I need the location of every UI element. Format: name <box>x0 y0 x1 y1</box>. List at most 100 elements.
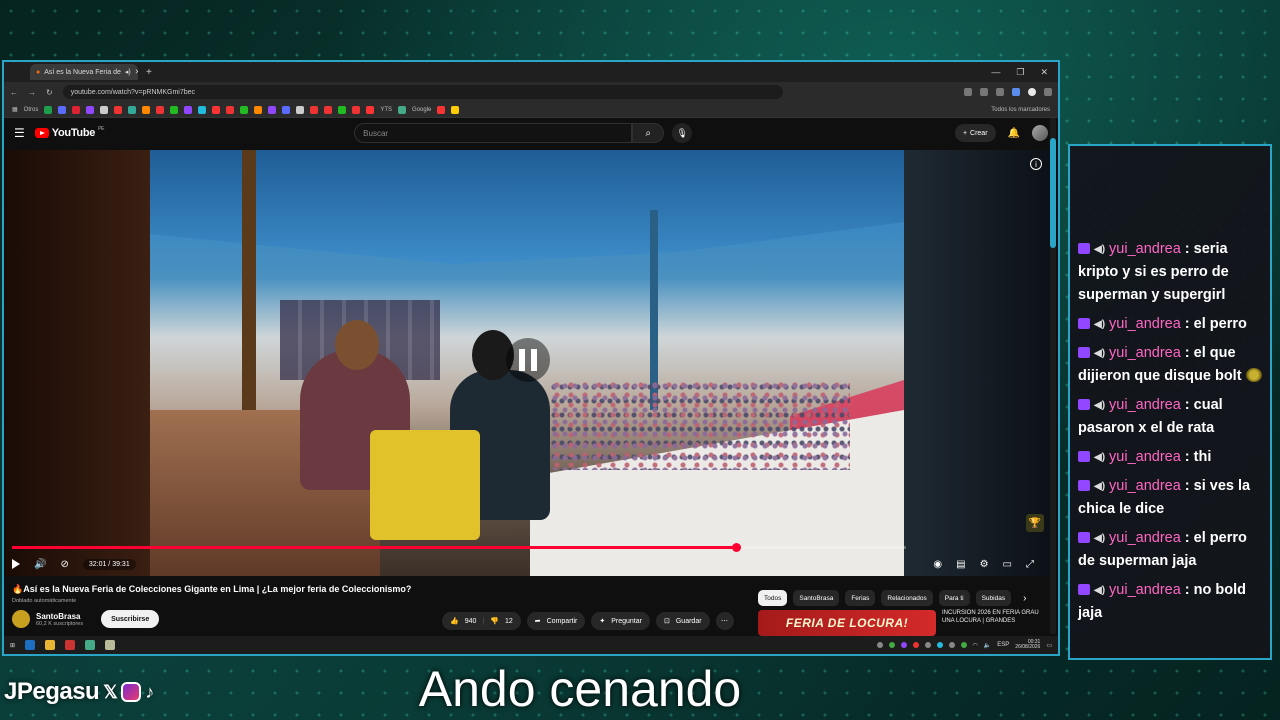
tray-icon[interactable] <box>900 642 907 648</box>
subscribe-button[interactable]: Suscribirse <box>101 610 160 628</box>
url-field[interactable]: youtube.com/watch?v=pRNMKGmi7bec <box>62 85 783 99</box>
info-icon[interactable]: i <box>1030 158 1042 170</box>
bookmark-icon[interactable] <box>170 105 179 114</box>
bookmark-icon[interactable] <box>268 105 277 114</box>
bookmark-icon[interactable] <box>310 105 319 114</box>
maximize-icon[interactable]: ❐ <box>1016 67 1024 78</box>
browser-tab[interactable]: ● Así es la Nueva Feria de ◂) ✕ <box>30 64 138 80</box>
speaker-icon[interactable]: ◂) <box>125 68 131 76</box>
tray-icon[interactable] <box>876 642 883 648</box>
bookmark-icon[interactable] <box>226 105 235 114</box>
obs-icon[interactable] <box>65 640 76 650</box>
autoplay-toggle-icon[interactable]: ◉ <box>933 559 942 570</box>
bookmark-icon[interactable] <box>72 105 81 114</box>
bookmark-icon[interactable] <box>296 105 305 114</box>
tray-icon[interactable] <box>912 642 919 648</box>
file-explorer-icon[interactable] <box>45 640 56 650</box>
channel-watermark-icon[interactable]: 🏆 <box>1026 514 1044 532</box>
tray-icon[interactable] <box>888 642 895 648</box>
channel-avatar[interactable] <box>12 610 30 628</box>
chrome-icon[interactable] <box>85 640 96 650</box>
video-player[interactable]: i 🏆 🔊 ⊘ 32:01 / 39:31 ◉ ▤ ⚙ ▭ ⤢ <box>4 150 1050 576</box>
chat-username[interactable]: yui_andrea <box>1109 397 1181 413</box>
bookmark-google[interactable]: Google <box>412 107 431 113</box>
bookmark-icon[interactable] <box>128 105 137 114</box>
apps-icon[interactable]: ▦ <box>12 106 18 113</box>
chat-username[interactable]: yui_andrea <box>1109 530 1181 546</box>
play-icon[interactable] <box>12 559 20 569</box>
notifications-bell-icon[interactable]: 🔔 <box>1008 128 1020 139</box>
close-window-icon[interactable]: ✕ <box>1040 67 1048 78</box>
account-avatar[interactable] <box>1032 125 1048 141</box>
settings-gear-icon[interactable]: ⚙ <box>980 559 989 570</box>
extension-icon[interactable] <box>1012 88 1020 96</box>
forward-icon[interactable]: → <box>28 88 36 97</box>
chip-all[interactable]: Todos <box>758 590 788 606</box>
bookmark-icon[interactable] <box>44 105 53 114</box>
clock[interactable]: 00:31 26/08/2026 <box>1015 639 1040 651</box>
volume-tray-icon[interactable]: 🔈 <box>984 642 991 649</box>
chip-channel[interactable]: SantoBrasa <box>793 590 840 606</box>
hamburger-menu-icon[interactable]: ☰ <box>14 126 25 140</box>
bookmark-folder-all[interactable]: Todos los marcadores <box>991 107 1050 113</box>
thumbs-down-icon[interactable]: 👎 <box>490 617 499 625</box>
bookmark-folder-others[interactable]: Otros <box>24 107 39 113</box>
tray-icon[interactable] <box>960 642 967 648</box>
windows-start-icon[interactable]: ⊞ <box>10 642 15 649</box>
steam-icon[interactable] <box>25 640 36 650</box>
close-tab-icon[interactable]: ✕ <box>135 68 138 76</box>
bookmark-icon[interactable] <box>254 105 263 114</box>
extension-icon[interactable] <box>980 88 988 96</box>
chip-uploads[interactable]: Subidas <box>975 590 1012 606</box>
bookmark-icon[interactable] <box>212 105 221 114</box>
subtitles-icon[interactable]: ▤ <box>956 559 965 570</box>
search-button[interactable]: ⌕ <box>632 123 665 143</box>
voice-search-button[interactable]: 🎙 <box>672 123 693 143</box>
tray-icon[interactable] <box>924 642 931 648</box>
bookmark-icon[interactable] <box>198 105 207 114</box>
recommended-title[interactable]: INCURSION 2026 EN FERIA GRAU UNA LOCURA … <box>942 610 1042 636</box>
bookmark-icon[interactable] <box>352 105 361 114</box>
fullscreen-icon[interactable]: ⤢ <box>1026 559 1034 570</box>
chat-username[interactable]: yui_andrea <box>1109 345 1181 361</box>
profile-icon[interactable] <box>1028 88 1036 96</box>
save-button[interactable]: ⊡ Guardar <box>655 612 710 630</box>
bookmark-icon[interactable] <box>437 105 446 114</box>
scrollbar[interactable] <box>1050 118 1056 634</box>
chat-username[interactable]: yui_andrea <box>1109 582 1181 598</box>
autodub-icon[interactable]: ⊘ <box>60 559 68 570</box>
chat-username[interactable]: yui_andrea <box>1109 478 1181 494</box>
minimize-icon[interactable]: — <box>991 67 1000 78</box>
ask-button[interactable]: ✦ Preguntar <box>591 612 650 630</box>
recommended-video[interactable]: FERIA DE LOCURA! INCURSION 2026 EN FERIA… <box>758 610 1042 636</box>
bookmark-icon[interactable] <box>184 105 193 114</box>
tray-icon[interactable] <box>948 642 955 648</box>
chip-for-you[interactable]: Para ti <box>938 590 970 606</box>
recommended-thumbnail[interactable]: FERIA DE LOCURA! <box>758 610 936 636</box>
channel-name[interactable]: SantoBrasa <box>36 612 83 621</box>
youtube-logo[interactable]: YouTube PE <box>34 126 104 139</box>
share-button[interactable]: ➦ Compartir <box>526 612 586 630</box>
app-icon[interactable] <box>105 640 116 650</box>
bookmark-icon[interactable] <box>451 105 460 114</box>
more-actions-button[interactable]: ⋯ <box>715 612 734 630</box>
bookmark-icon[interactable] <box>398 105 407 114</box>
bookmark-icon[interactable] <box>114 105 123 114</box>
menu-icon[interactable] <box>1044 88 1052 96</box>
chip-fairs[interactable]: Ferias <box>845 590 876 606</box>
bookmark-icon[interactable] <box>366 105 375 114</box>
bookmark-icon[interactable] <box>338 105 347 114</box>
reload-icon[interactable]: ↻ <box>46 88 53 97</box>
bookmark-icon[interactable] <box>156 105 165 114</box>
bookmark-icon[interactable] <box>58 105 67 114</box>
bookmark-icon[interactable] <box>324 105 333 114</box>
chat-username[interactable]: yui_andrea <box>1109 316 1181 332</box>
chat-username[interactable]: yui_andrea <box>1109 241 1181 257</box>
language-indicator[interactable]: ESP <box>997 642 1009 648</box>
bookmark-icon[interactable] <box>142 105 151 114</box>
bookmark-icon[interactable] <box>282 105 291 114</box>
new-tab-button[interactable]: + <box>146 67 152 78</box>
bookmark-icon[interactable] <box>86 105 95 114</box>
volume-icon[interactable]: 🔊 <box>34 559 46 570</box>
pause-indicator[interactable] <box>506 338 550 382</box>
